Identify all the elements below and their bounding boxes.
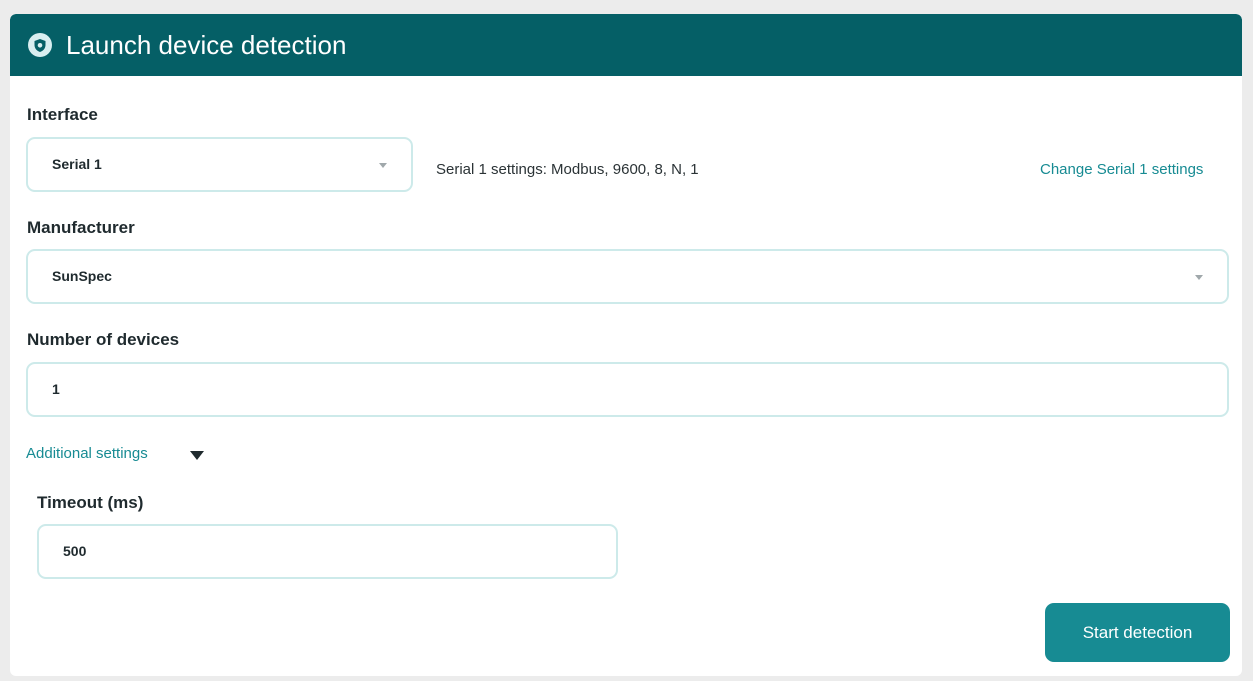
chevron-down-icon [1195,275,1203,280]
shield-icon [28,33,52,57]
interface-select-value: Serial 1 [52,156,102,172]
manufacturer-select-value: SunSpec [52,268,112,284]
additional-settings-toggle[interactable]: Additional settings [26,445,148,462]
timeout-value: 500 [63,543,87,559]
chevron-down-icon [379,163,387,168]
detection-card: Launch device detection Interface Serial… [10,14,1242,676]
interface-label: Interface [27,105,98,124]
page-title: Launch device detection [66,30,347,60]
number-of-devices-value: 1 [52,381,60,397]
change-serial-settings-link[interactable]: Change Serial 1 settings [1040,161,1203,178]
manufacturer-label: Manufacturer [27,218,135,237]
timeout-input[interactable]: 500 [37,524,618,579]
caret-down-icon[interactable] [190,451,204,460]
serial-settings-text: Serial 1 settings: Modbus, 9600, 8, N, 1 [436,161,699,178]
interface-select[interactable]: Serial 1 [26,137,413,192]
manufacturer-select[interactable]: SunSpec [26,249,1229,304]
timeout-label: Timeout (ms) [37,493,144,512]
start-detection-button[interactable]: Start detection [1045,603,1230,662]
card-header: Launch device detection [10,14,1242,76]
number-of-devices-label: Number of devices [27,330,180,349]
number-of-devices-input[interactable]: 1 [26,362,1229,417]
